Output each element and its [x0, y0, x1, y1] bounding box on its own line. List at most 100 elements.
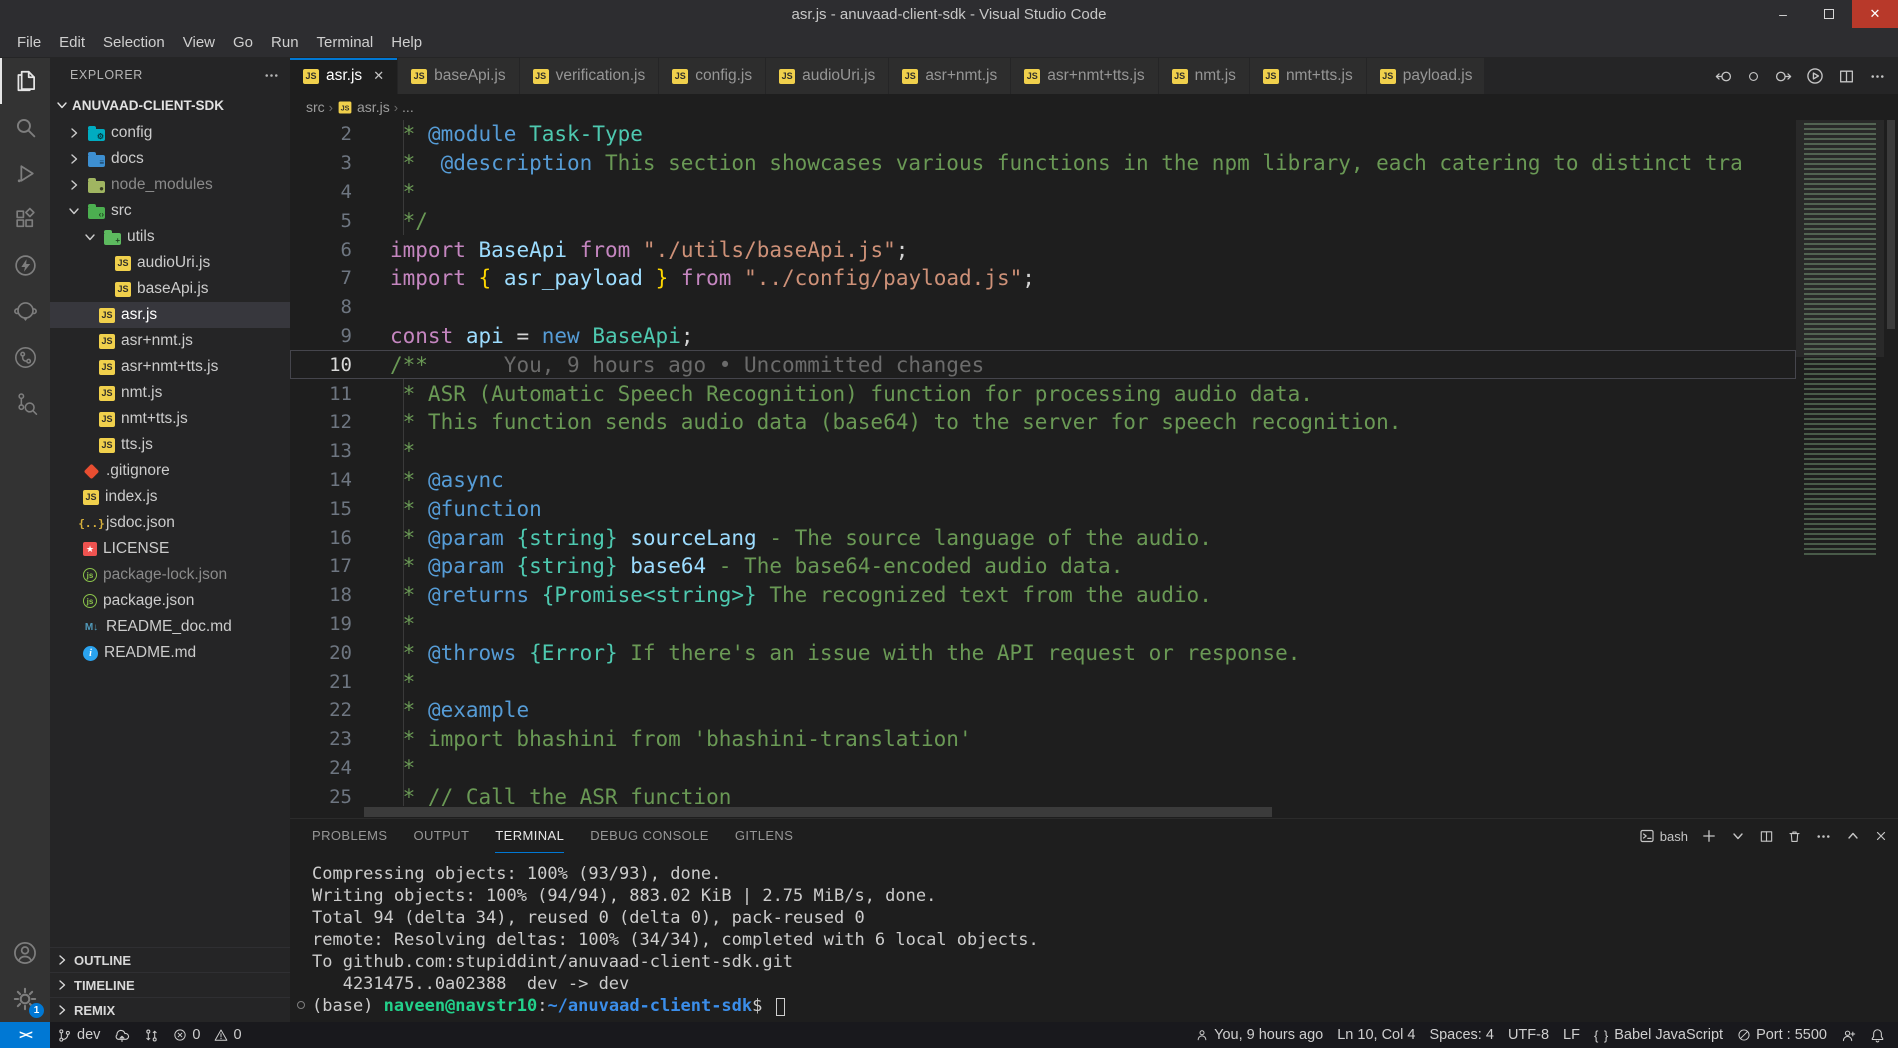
status-eol[interactable]: LF: [1556, 1022, 1587, 1048]
tree-item-docs[interactable]: ≡docs: [50, 146, 290, 172]
tree-item-package-lock-json[interactable]: jspackage-lock.json: [50, 562, 290, 588]
tree-item-asr-nmt-tts-js[interactable]: JSasr+nmt+tts.js: [50, 354, 290, 380]
chevron-up-icon[interactable]: [1845, 828, 1861, 844]
split-editor-icon[interactable]: [1838, 68, 1855, 85]
tree-item-asr-js[interactable]: JSasr.js: [50, 302, 290, 328]
activity-account[interactable]: [0, 930, 50, 976]
code-line-7[interactable]: 7import { asr_payload } from "../config/…: [290, 264, 1796, 293]
menu-item-file[interactable]: File: [8, 31, 50, 54]
code-line-22[interactable]: 22 * @example: [290, 696, 1796, 725]
new-terminal-icon[interactable]: [1701, 828, 1717, 844]
tab-asr-js[interactable]: JSasr.js✕: [290, 58, 398, 94]
terminal-command-decoration-icon[interactable]: [297, 1001, 305, 1009]
code-line-17[interactable]: 17 * @param {string} base64 - The base64…: [290, 552, 1796, 581]
panel-tab-output[interactable]: OUTPUT: [413, 819, 469, 853]
code-line-3[interactable]: 3 * @description This section showcases …: [290, 149, 1796, 178]
tab-nmt-js[interactable]: JSnmt.js: [1159, 58, 1250, 94]
minimize-button[interactable]: –: [1760, 0, 1806, 28]
panel-tab-terminal[interactable]: TERMINAL: [495, 819, 564, 853]
close-button[interactable]: ✕: [1852, 0, 1898, 28]
breadcrumb-item-src[interactable]: src: [306, 99, 325, 115]
section-outline[interactable]: OUTLINE: [50, 947, 290, 972]
maximize-button[interactable]: [1806, 0, 1852, 28]
line-number[interactable]: 4: [290, 181, 352, 203]
status-accounts[interactable]: [1834, 1022, 1863, 1048]
line-number[interactable]: 3: [290, 152, 352, 174]
gitlens-prev-icon[interactable]: [1715, 68, 1732, 85]
explorer-more-actions-icon[interactable]: [263, 67, 280, 84]
activity-git-graph[interactable]: [0, 334, 50, 380]
line-number[interactable]: 23: [290, 728, 352, 750]
vertical-scrollbar[interactable]: [1884, 120, 1898, 818]
more-icon[interactable]: [1869, 68, 1886, 85]
run-circle-icon[interactable]: [1806, 67, 1824, 85]
tab-nmt-tts-js[interactable]: JSnmt+tts.js: [1250, 58, 1367, 94]
menu-item-selection[interactable]: Selection: [94, 31, 174, 54]
tree-item-nmt-js[interactable]: JSnmt.js: [50, 380, 290, 406]
tab-close-icon[interactable]: ✕: [373, 68, 384, 84]
code-line-15[interactable]: 15 * @function: [290, 494, 1796, 523]
split-terminal-icon[interactable]: [1759, 829, 1774, 844]
line-number[interactable]: 21: [290, 671, 352, 693]
tree-item-config[interactable]: ⚙config: [50, 120, 290, 146]
line-number[interactable]: 6: [290, 239, 352, 261]
activity-thunder-client[interactable]: [0, 242, 50, 288]
code-line-9[interactable]: 9const api = new BaseApi;: [290, 322, 1796, 351]
activity-settings[interactable]: 1: [0, 976, 50, 1022]
tab-payload-js[interactable]: JSpayload.js: [1367, 58, 1485, 94]
tab-verification-js[interactable]: JSverification.js: [520, 58, 660, 94]
tree-item--gitignore[interactable]: .gitignore: [50, 458, 290, 484]
tree-item-tts-js[interactable]: JStts.js: [50, 432, 290, 458]
code-line-19[interactable]: 19 *: [290, 610, 1796, 639]
panel-tab-problems[interactable]: PROBLEMS: [312, 819, 387, 853]
line-number[interactable]: 17: [290, 555, 352, 577]
status-encoding[interactable]: UTF-8: [1501, 1022, 1556, 1048]
trash-icon[interactable]: [1787, 829, 1802, 844]
code-line-11[interactable]: 11 * ASR (Automatic Speech Recognition) …: [290, 379, 1796, 408]
tree-item-audiouri-js[interactable]: JSaudioUri.js: [50, 250, 290, 276]
line-number[interactable]: 15: [290, 498, 352, 520]
code-line-18[interactable]: 18 * @returns {Promise<string>} The reco…: [290, 581, 1796, 610]
line-number[interactable]: 16: [290, 527, 352, 549]
status-warnings[interactable]: 0: [207, 1022, 248, 1048]
status-language-mode[interactable]: { }Babel JavaScript: [1587, 1022, 1730, 1048]
line-number[interactable]: 5: [290, 210, 352, 232]
code-line-4[interactable]: 4 *: [290, 178, 1796, 207]
section-timeline[interactable]: TIMELINE: [50, 972, 290, 997]
tab-asr-nmt-tts-js[interactable]: JSasr+nmt+tts.js: [1011, 58, 1158, 94]
tab-config-js[interactable]: JSconfig.js: [659, 58, 766, 94]
terminal-shell-selector[interactable]: bash: [1639, 828, 1688, 844]
chevron-down-icon[interactable]: [1730, 828, 1746, 844]
status-blame-info[interactable]: You, 9 hours ago: [1188, 1022, 1330, 1048]
status-notifications[interactable]: [1863, 1022, 1892, 1048]
breadcrumb-item-...[interactable]: ...: [402, 99, 414, 115]
line-number[interactable]: 24: [290, 757, 352, 779]
code-line-24[interactable]: 24 *: [290, 754, 1796, 783]
code-line-20[interactable]: 20 * @throws {Error} If there's an issue…: [290, 638, 1796, 667]
tree-item-node-modules[interactable]: ●node_modules: [50, 172, 290, 198]
tree-item-jsdoc-json[interactable]: {..}jsdoc.json: [50, 510, 290, 536]
activity-search[interactable]: [0, 104, 50, 150]
activity-audio-assistant[interactable]: [0, 288, 50, 334]
more-icon[interactable]: [1815, 828, 1832, 845]
code-line-2[interactable]: 2 * @module Task-Type: [290, 120, 1796, 149]
line-number[interactable]: 18: [290, 584, 352, 606]
gitlens-next-icon[interactable]: [1775, 68, 1792, 85]
activity-extensions[interactable]: [0, 196, 50, 242]
code-editor[interactable]: 2 * @module Task-Type3 * @description Th…: [290, 120, 1898, 818]
code-line-8[interactable]: 8: [290, 293, 1796, 322]
activity-gitlens[interactable]: [0, 380, 50, 426]
tree-item-license[interactable]: ★LICENSE: [50, 536, 290, 562]
tree-item-readme-md[interactable]: iREADME.md: [50, 640, 290, 666]
workspace-root-folder[interactable]: ANUVAAD-CLIENT-SDK: [50, 92, 290, 118]
line-number[interactable]: 14: [290, 469, 352, 491]
line-number[interactable]: 13: [290, 440, 352, 462]
tree-item-package-json[interactable]: jspackage.json: [50, 588, 290, 614]
menu-item-terminal[interactable]: Terminal: [308, 31, 383, 54]
code-line-5[interactable]: 5 */: [290, 206, 1796, 235]
minimap-slider[interactable]: [1796, 120, 1884, 357]
tab-asr-nmt-js[interactable]: JSasr+nmt.js: [889, 58, 1011, 94]
code-line-12[interactable]: 12 * This function sends audio data (bas…: [290, 408, 1796, 437]
line-number[interactable]: 2: [290, 123, 352, 145]
line-number[interactable]: 22: [290, 699, 352, 721]
